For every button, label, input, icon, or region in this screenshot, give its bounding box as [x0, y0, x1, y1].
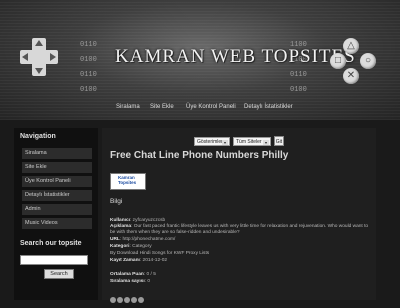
rating-star-icon[interactable] — [110, 297, 116, 303]
site-logo[interactable]: KAMRAN WEB TOPSITES — [115, 46, 356, 68]
sidebar-item-admin[interactable]: Admin — [22, 204, 92, 215]
sidebar-item-control-panel[interactable]: Üye Kontrol Paneli — [22, 176, 92, 187]
search-button[interactable]: Search — [44, 269, 74, 279]
info-row-description-cont: be with them when they are so false-ridd… — [110, 230, 240, 235]
rating-star-icon[interactable] — [131, 297, 137, 303]
go-button[interactable]: Git — [274, 136, 284, 146]
listing-title[interactable]: Free Chat Line Phone Numbers Philly — [110, 150, 288, 161]
info-row-average-rating: Ortalama Puan: 0 / 5 — [110, 272, 156, 277]
sidebar-item-music-videos[interactable]: Music Videos — [22, 218, 92, 229]
badge-text: Kamran Topsites — [118, 175, 137, 185]
sidebar-heading: Navigation — [20, 133, 56, 140]
sidebar-item-siralama[interactable]: Siralama — [22, 148, 92, 159]
info-row-links[interactable]: By Download Hindi Songs for KWF Proxy Li… — [110, 251, 209, 257]
binary-decoration-left: 0110 0100 0110 0100 — [80, 41, 97, 94]
impressions-select-value: Gösterimler — [197, 139, 223, 145]
rating-star-icon[interactable] — [138, 297, 144, 303]
info-heading: Bilgi — [110, 198, 123, 205]
site-filter-select-value: Tüm Siteler — [236, 139, 262, 145]
nav-item-site-ekle[interactable]: Site Ekle — [150, 104, 174, 110]
rating-stars[interactable] — [110, 290, 145, 308]
site-header: 0110 0100 0110 0100 1100 0100 0110 0100 KAMRAN… — [0, 0, 400, 120]
triangle-button-icon: △ — [343, 38, 359, 54]
dpad-icon — [20, 38, 58, 76]
nav-item-statistics[interactable]: Detaylı İstatistikler — [244, 104, 293, 110]
topsite-badge[interactable]: Kamran Topsites — [110, 173, 146, 190]
info-row-registration: Kayıt Zamanı: 2014-12-02 — [110, 258, 168, 263]
impressions-select[interactable]: Gösterimler ▾ — [194, 137, 230, 146]
chevron-down-icon: ▾ — [263, 140, 269, 145]
info-row-rank-count: Sıralama sayısı: 0 — [110, 279, 151, 284]
search-input[interactable] — [20, 255, 88, 265]
chevron-down-icon: ▾ — [222, 140, 228, 145]
rating-star-icon[interactable] — [124, 297, 130, 303]
site-filter-select[interactable]: Tüm Siteler ▾ — [233, 137, 271, 146]
rating-star-icon[interactable] — [117, 297, 123, 303]
info-row-url[interactable]: URL: http://phonechatme.com/ — [110, 237, 175, 243]
search-heading: Search our topsite — [20, 240, 82, 247]
square-button-icon: □ — [330, 53, 346, 69]
nav-item-siralama[interactable]: Siralama — [116, 104, 140, 110]
circle-button-icon: ○ — [360, 53, 376, 69]
info-row-category[interactable]: Kategori: Category — [110, 244, 152, 250]
nav-item-control-panel[interactable]: Üye Kontrol Paneli — [186, 104, 236, 110]
cross-button-icon: ✕ — [343, 68, 359, 84]
top-nav: Siralama Site Ekle Üye Kontrol Paneli De… — [0, 101, 400, 117]
sidebar-item-statistics[interactable]: Detaylı İstatistikler — [22, 190, 92, 201]
sidebar-item-site-ekle[interactable]: Site Ekle — [22, 162, 92, 173]
